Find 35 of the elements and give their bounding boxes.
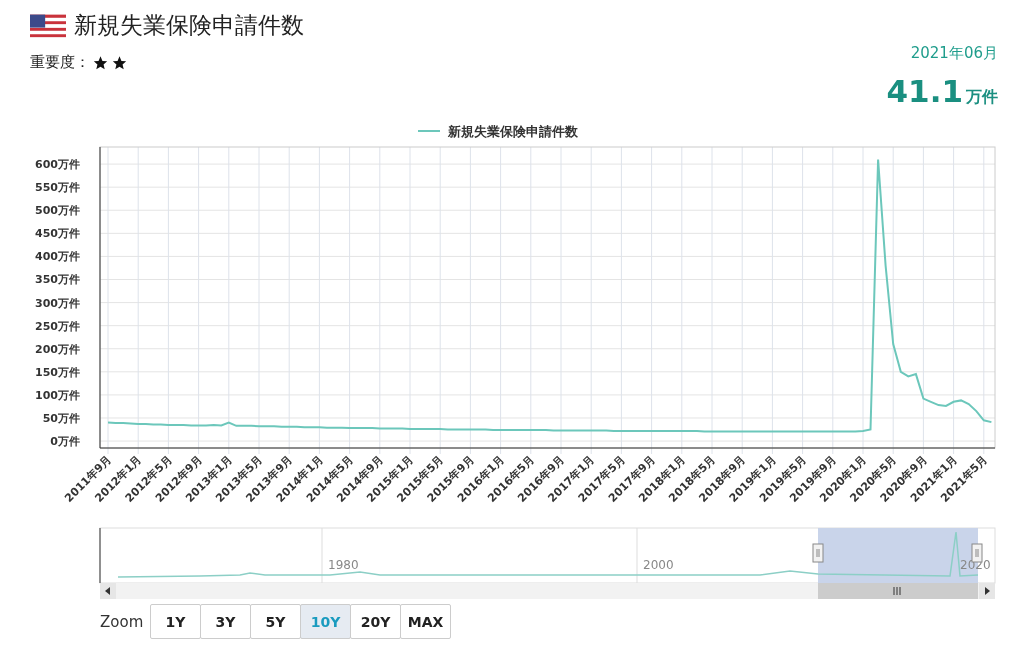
zoom-button[interactable]: MAX [400,604,451,639]
scrollbar-thumb[interactable] [818,583,978,599]
y-axis-label: 350万件 [35,273,80,287]
navigator-label: 1980 [328,558,359,572]
scroll-left-icon[interactable] [100,583,116,599]
zoom-button[interactable]: 20Y [350,604,401,639]
latest-value: 41.1 [886,73,963,109]
zoom-button[interactable]: 1Y [150,604,201,639]
y-axis-label: 200万件 [35,342,80,356]
y-axis-label: 500万件 [35,204,80,218]
chart-legend[interactable]: 新規失業保険申請件数 [417,124,578,139]
y-axis-label: 400万件 [35,250,80,264]
y-axis-label: 50万件 [42,412,80,425]
date-label: 2021年06月 [910,44,998,63]
importance-label: 重要度： [30,53,90,72]
star-icon [111,54,128,71]
y-axis-label: 250万件 [35,319,80,333]
y-axis-label: 150万件 [35,365,80,379]
scroll-right-icon[interactable] [979,583,995,599]
y-axis-label: 300万件 [35,296,80,310]
zoom-button[interactable]: 3Y [200,604,251,639]
zoom-label: Zoom [100,612,145,631]
navigator-label: 2000 [643,558,674,572]
y-axis-label: 0万件 [50,435,80,449]
left-handle[interactable] [812,543,824,563]
star-icon [92,54,109,71]
y-axis-label: 100万件 [35,388,80,402]
zoom-button[interactable]: 5Y [250,604,301,639]
flag-icon [30,13,66,38]
legend-label: 新規失業保険申請件数 [447,124,579,139]
y-axis-label: 450万件 [35,227,80,241]
y-axis-label: 600万件 [35,158,80,172]
page-title: 新規失業保険申請件数 [74,11,304,40]
y-axis-label: 550万件 [35,181,80,195]
value-unit: 万件 [966,87,998,108]
